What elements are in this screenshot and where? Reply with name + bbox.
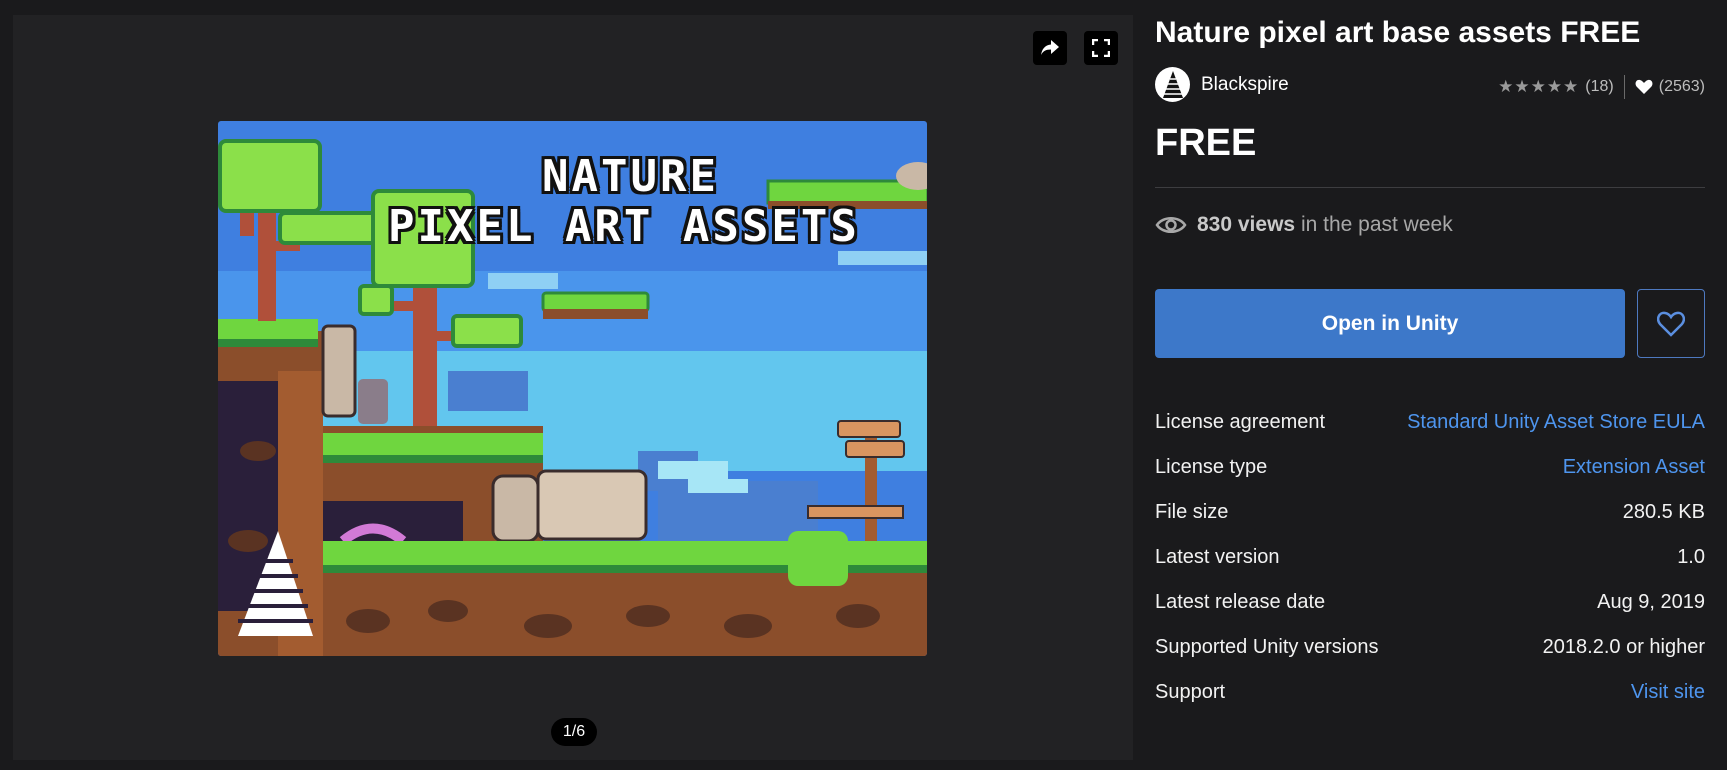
detail-row-release-date: Latest release date Aug 9, 2019 [1155,580,1705,625]
share-button[interactable] [1033,31,1067,65]
heart-outline-icon [1657,311,1685,337]
rating-divider [1623,75,1625,99]
publisher-logo-icon [1163,71,1183,98]
artwork-title-line1: NATURE [542,151,719,202]
section-divider [1155,187,1705,188]
image-pager: 1/6 [551,718,597,746]
detail-value: 1.0 [1677,546,1705,568]
views-stat: 830 views in the past week [1155,213,1453,237]
visit-site-link[interactable]: Visit site [1631,681,1705,704]
license-agreement-link[interactable]: Standard Unity Asset Store EULA [1407,411,1705,434]
star-rating-icon: ★★★★★ [1498,77,1580,96]
detail-label: Latest release date [1155,591,1326,613]
publisher-row: Blackspire ★★★★★ (18) (2563) [1155,67,1705,103]
product-title: Nature pixel art base assets FREE [1155,16,1641,49]
eye-icon [1155,217,1187,233]
detail-value: Aug 9, 2019 [1597,591,1705,613]
detail-value: 2018.2.0 or higher [1542,636,1705,658]
detail-row-support: Support Visit site [1155,670,1705,715]
detail-value: 280.5 KB [1622,501,1705,523]
favorites-count: (2563) [1658,78,1705,95]
product-screenshot[interactable]: NATURE PIXEL ART ASSETS [218,121,927,656]
fullscreen-icon [1092,39,1110,57]
license-type-link[interactable]: Extension Asset [1563,456,1705,479]
detail-row-license-agreement: License agreement Standard Unity Asset S… [1155,400,1705,445]
views-suffix: in the past week [1300,213,1453,236]
image-gallery: NATURE PIXEL ART ASSETS 1/6 [13,15,1133,760]
fullscreen-button[interactable] [1084,31,1118,65]
detail-row-file-size: File size 280.5 KB [1155,490,1705,535]
heart-icon [1635,79,1653,94]
details-table: License agreement Standard Unity Asset S… [1155,400,1705,715]
detail-row-license-type: License type Extension Asset [1155,445,1705,490]
detail-label: Supported Unity versions [1155,636,1379,658]
detail-row-latest-version: Latest version 1.0 [1155,535,1705,580]
rating-count: (18) [1585,78,1614,95]
detail-label: License agreement [1155,411,1326,433]
open-in-unity-button[interactable]: Open in Unity [1155,289,1625,358]
detail-label: Latest version [1155,546,1280,568]
detail-row-unity-versions: Supported Unity versions 2018.2.0 or hig… [1155,625,1705,670]
add-to-favorites-button[interactable] [1637,289,1705,358]
detail-label: Support [1155,681,1226,703]
price: FREE [1155,122,1257,164]
detail-label: License type [1155,456,1268,478]
artwork-title-line2: PIXEL ART ASSETS [388,201,860,252]
views-count: 830 views [1197,213,1296,236]
share-arrow-icon [1041,40,1059,55]
publisher-avatar[interactable] [1155,67,1190,102]
rating-summary[interactable]: ★★★★★ (18) (2563) [1498,75,1705,99]
detail-label: File size [1155,501,1229,523]
publisher-link[interactable]: Blackspire [1201,74,1289,96]
